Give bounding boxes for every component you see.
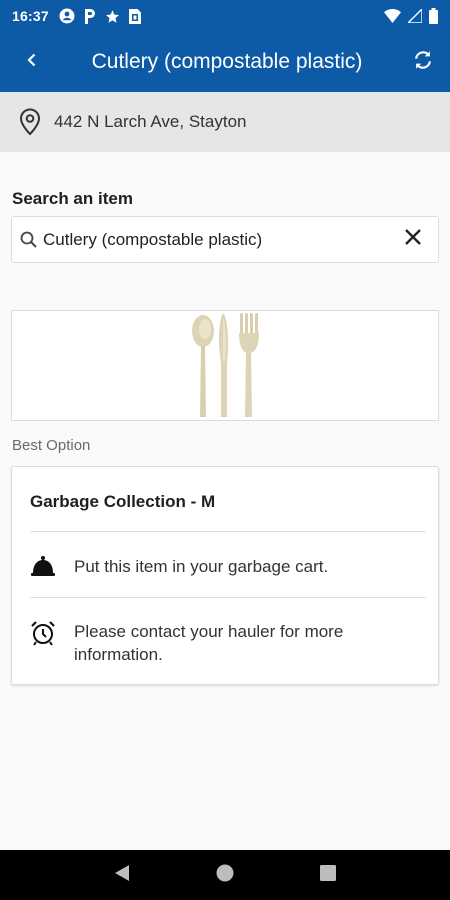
instruction-row: Put this item in your garbage cart. [30,555,426,578]
alarm-clock-icon [30,620,74,646]
instruction-text: Please contact your hauler for more info… [74,622,344,664]
cutlery-image [192,312,259,417]
nav-home-button[interactable] [205,855,245,895]
best-option-card[interactable]: Garbage Collection - M Put this item in … [11,466,439,685]
sim-card-icon [128,8,141,24]
best-option-label: Best Option [12,437,91,454]
chevron-left-icon [27,53,37,72]
home-circle-icon [215,863,235,888]
cell-signal-icon [408,9,422,23]
location-bar[interactable]: 442 N Larch Ave, Stayton [0,92,450,152]
status-left-icons [59,8,141,24]
status-right-icons [384,8,438,24]
clear-search-button[interactable] [388,217,438,263]
search-icon [19,230,39,250]
wifi-icon [384,9,401,23]
system-nav-bar [0,850,450,900]
card-divider [30,597,426,598]
option-title: Garbage Collection - M [30,492,216,511]
refresh-button[interactable] [396,32,450,92]
back-triangle-icon [114,864,130,887]
bell-icon [30,555,74,577]
search-label: Search an item [12,189,133,208]
nav-back-button[interactable] [102,855,142,895]
star-icon [105,9,120,24]
refresh-icon [412,49,434,76]
battery-icon [429,8,438,24]
account-circle-icon [59,8,75,24]
status-time: 16:37 [12,8,49,24]
status-bar: 16:37 [0,0,450,32]
instruction-row: Please contact your hauler for more info… [30,620,426,666]
search-input[interactable] [43,229,388,250]
nav-recents-button[interactable] [308,855,348,895]
app-bar: Cutlery (compostable plastic) [0,32,450,92]
back-button[interactable] [0,32,64,92]
parking-icon [84,8,96,24]
close-icon [404,228,422,251]
instruction-text: Put this item in your garbage cart. [74,557,329,576]
item-image [11,310,439,421]
recents-square-icon [320,864,337,886]
page-title: Cutlery (compostable plastic) [91,50,363,73]
map-pin-icon [18,108,42,136]
card-divider [30,531,426,532]
search-box [11,216,439,263]
location-address: 442 N Larch Ave, Stayton [54,112,247,131]
